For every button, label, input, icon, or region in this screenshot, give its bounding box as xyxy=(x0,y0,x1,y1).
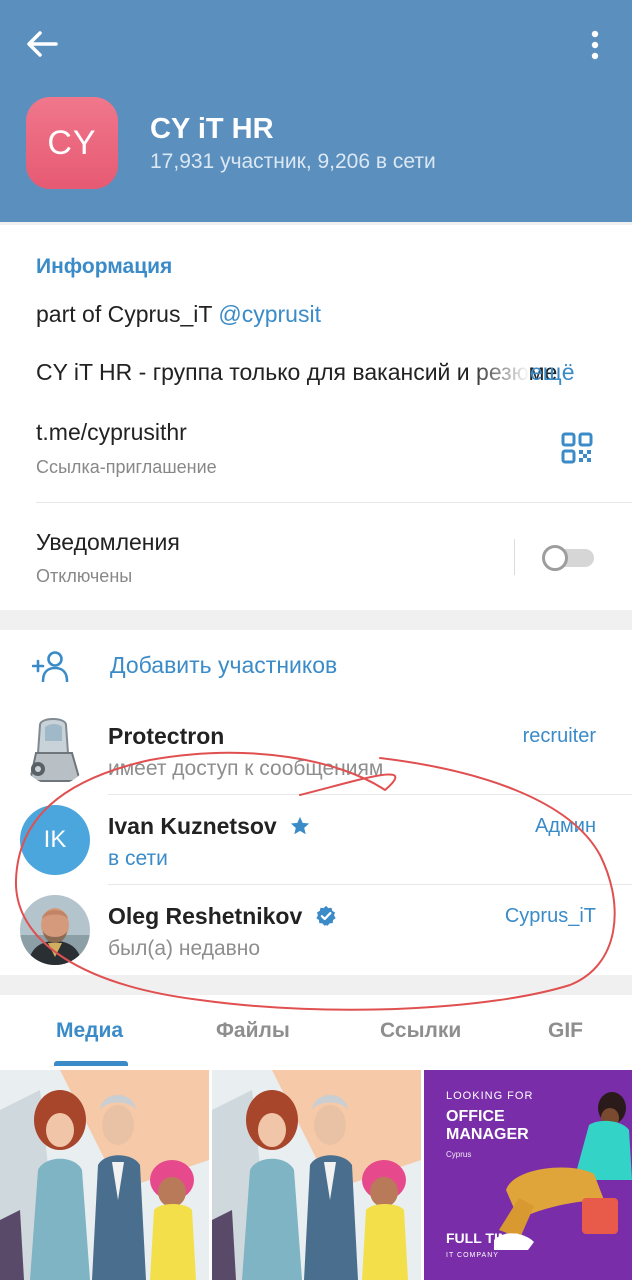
group-title: CY iT HR xyxy=(150,113,274,145)
member-avatar[interactable] xyxy=(20,715,90,785)
ad-line-2: OFFICE MANAGER xyxy=(446,1108,529,1143)
member-row[interactable]: IK Ivan Kuznetsov в сети Админ xyxy=(0,795,632,885)
star-icon xyxy=(290,816,310,835)
more-vertical-icon[interactable] xyxy=(584,30,606,60)
member-name-text: Oleg Reshetnikov xyxy=(108,903,303,929)
info-section-title: Информация xyxy=(36,255,173,278)
group-avatar[interactable]: CY xyxy=(26,97,118,189)
ad-line-1: LOOKING FOR xyxy=(446,1090,534,1102)
member-role: recruiter xyxy=(522,725,596,747)
about-prefix: part of Cyprus_iT xyxy=(36,301,219,327)
ad-line-3: Cyprus xyxy=(446,1150,472,1159)
member-name: Protectron xyxy=(108,723,225,749)
media-card: Медиа Файлы Ссылки GIF LOOKING FOR OFFIC… xyxy=(0,995,632,1280)
ad-line-5: IT COMPANY xyxy=(446,1252,499,1259)
game-characters-image xyxy=(0,1070,209,1280)
info-divider xyxy=(36,502,632,503)
tab-files[interactable]: Файлы xyxy=(216,1019,290,1043)
notifications-toggle[interactable] xyxy=(542,545,594,571)
robot-avatar-icon xyxy=(20,715,90,785)
media-thumbnail[interactable] xyxy=(0,1070,209,1280)
member-role: Админ xyxy=(535,815,596,837)
description-fade xyxy=(470,353,530,391)
tab-links[interactable]: Ссылки xyxy=(380,1019,461,1043)
about-text: part of Cyprus_iT @cyprusit xyxy=(36,301,321,328)
member-status: в сети xyxy=(108,847,168,870)
add-members-button[interactable]: Добавить участников xyxy=(0,630,632,702)
toggle-knob xyxy=(542,545,568,571)
add-members-label: Добавить участников xyxy=(110,652,338,678)
more-link[interactable]: ещё xyxy=(530,359,575,386)
tab-gif[interactable]: GIF xyxy=(548,1019,583,1043)
ad-line-4: FULL TIME xyxy=(446,1230,519,1246)
members-card: Добавить участников Protectron имеет дос… xyxy=(0,630,632,975)
tab-media[interactable]: Медиа xyxy=(56,1019,123,1043)
member-avatar[interactable] xyxy=(20,895,90,965)
verified-icon xyxy=(316,905,336,926)
notifications-label[interactable]: Уведомления xyxy=(36,529,180,556)
mention-link[interactable]: @cyprusit xyxy=(218,301,321,327)
media-thumbnail[interactable] xyxy=(212,1070,421,1280)
game-characters-image xyxy=(212,1070,421,1280)
qr-code-icon[interactable] xyxy=(561,432,593,464)
person-avatar-icon xyxy=(20,895,90,965)
profile-header: CY CY iT HR 17,931 участник, 9,206 в сет… xyxy=(0,0,632,222)
info-card: Информация part of Cyprus_iT @cyprusit C… xyxy=(0,225,632,610)
media-thumbnail[interactable]: LOOKING FOR OFFICE MANAGER Cyprus FULL T… xyxy=(424,1070,632,1280)
member-avatar[interactable]: IK xyxy=(20,805,90,875)
notifications-divider xyxy=(514,539,515,575)
notifications-status: Отключены xyxy=(36,566,133,586)
member-role: Cyprus_iT xyxy=(504,905,596,927)
media-tabs: Медиа Файлы Ссылки GIF xyxy=(0,995,632,1069)
active-tab-indicator xyxy=(54,1061,128,1066)
member-name-text: Ivan Kuznetsov xyxy=(108,813,277,839)
arrow-left-icon[interactable] xyxy=(24,28,58,60)
add-user-icon xyxy=(32,651,69,682)
member-name: Ivan Kuznetsov xyxy=(108,813,311,840)
member-status: был(а) недавно xyxy=(108,937,261,960)
member-name: Oleg Reshetnikov xyxy=(108,903,337,930)
member-row[interactable]: Oleg Reshetnikov был(а) недавно Cyprus_i… xyxy=(0,885,632,975)
invite-link[interactable]: t.me/cyprusithr xyxy=(36,419,187,446)
invite-link-caption: Ссылка-приглашение xyxy=(36,457,217,477)
member-count: 17,931 участник, 9,206 в сети xyxy=(150,150,436,173)
member-row[interactable]: Protectron имеет доступ к сообщениям rec… xyxy=(0,705,632,795)
member-status: имеет доступ к сообщениям xyxy=(108,757,384,780)
